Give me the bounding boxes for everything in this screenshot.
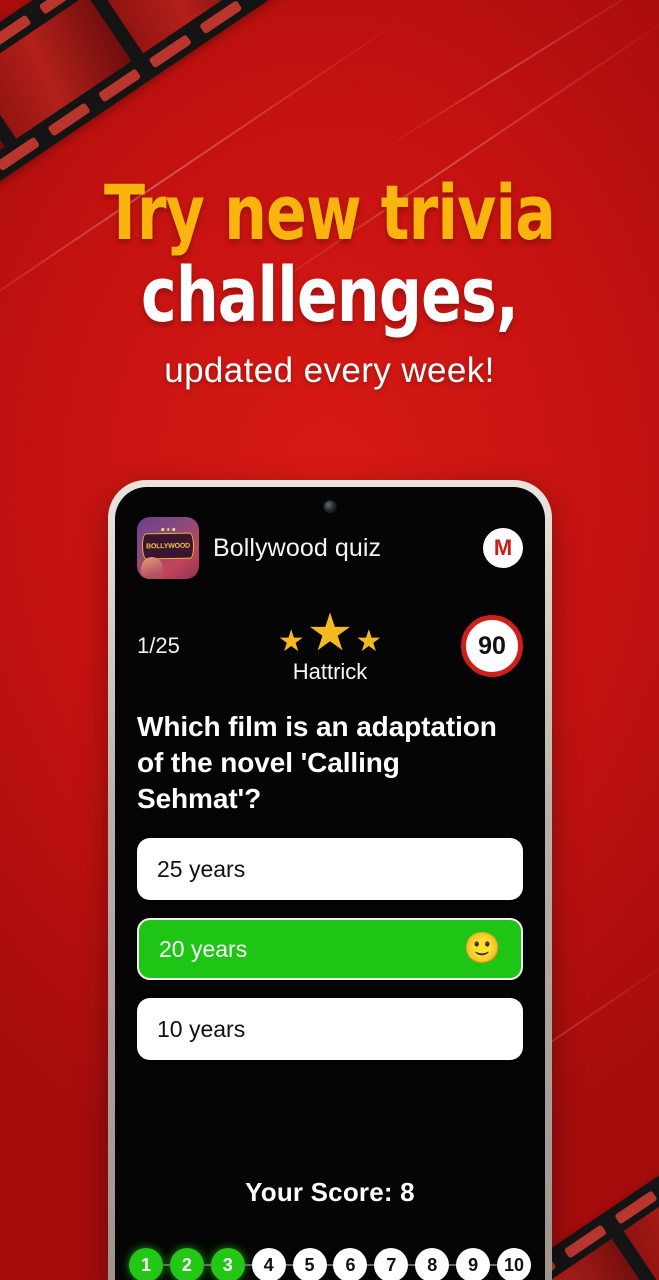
phone-mockup: BOLLYWOOD Bollywood quiz M 1/25 ★ ★ ★ Ha…	[108, 480, 552, 1280]
answer-option-label: 10 years	[157, 1015, 246, 1042]
pagination-dot[interactable]: 2	[169, 1248, 204, 1280]
question-pagination: 1 2 3 4 5 6 7 8 9 10	[115, 1248, 545, 1280]
answer-option[interactable]: 10 years	[137, 998, 523, 1061]
pagination-dot[interactable]: 10	[497, 1248, 532, 1280]
smiley-face-icon: 🙂	[463, 932, 501, 966]
app-icon-figure	[141, 557, 163, 579]
answer-option-selected[interactable]: 20 years 🙂	[137, 918, 523, 981]
pagination-connector	[244, 1264, 252, 1266]
star-icon: ★	[306, 604, 354, 662]
phone-screen: BOLLYWOOD Bollywood quiz M 1/25 ★ ★ ★ Ha…	[115, 487, 545, 1280]
pagination-dot[interactable]: 9	[456, 1248, 491, 1280]
headline-subtitle: updated every week!	[164, 350, 495, 390]
star-icon: ★	[355, 625, 383, 658]
headline-line-2: challenges,	[141, 250, 519, 340]
answer-options: 25 years 20 years 🙂 10 years	[115, 816, 545, 1061]
pagination-dot[interactable]: 4	[251, 1248, 286, 1280]
pagination-connector	[285, 1264, 293, 1266]
pagination-dot[interactable]: 8	[415, 1248, 450, 1280]
app-icon: BOLLYWOOD	[137, 517, 199, 579]
pagination-connector	[367, 1264, 375, 1266]
app-icon-label: BOLLYWOOD	[146, 541, 190, 550]
user-avatar[interactable]: M	[483, 528, 523, 568]
pagination-dot[interactable]: 6	[333, 1248, 368, 1280]
streak-stars: ★ ★ ★	[277, 604, 383, 662]
streak-indicator: ★ ★ ★ Hattrick	[215, 607, 445, 685]
countdown-timer: 90	[445, 615, 523, 677]
streak-label: Hattrick	[292, 659, 368, 684]
light-streak	[379, 0, 659, 152]
timer-value: 90	[461, 615, 523, 677]
pagination-dot[interactable]: 3	[210, 1248, 245, 1280]
app-title: Bollywood quiz	[213, 533, 382, 562]
question-counter: 1/25	[137, 633, 180, 658]
pagination-dot[interactable]: 5	[292, 1248, 327, 1280]
score-label: Your Score: 8	[245, 1177, 415, 1207]
headline-line-1: Try new trivia	[104, 168, 556, 257]
pagination-connector	[203, 1264, 211, 1266]
pagination-connector	[490, 1264, 498, 1266]
answer-option-label: 25 years	[157, 855, 246, 882]
pagination-connector	[449, 1264, 457, 1266]
pagination-connector	[326, 1264, 334, 1266]
promo-headline: Try new trivia challenges, updated every…	[0, 168, 659, 391]
star-icon: ★	[277, 625, 305, 658]
pagination-dot[interactable]: 1	[129, 1248, 163, 1280]
question-text: Which film is an adaptation of the novel…	[137, 711, 497, 814]
front-camera-icon	[324, 501, 336, 512]
pagination-connector	[163, 1264, 170, 1266]
pagination-connector	[408, 1264, 416, 1266]
quiz-status-row: 1/25 ★ ★ ★ Hattrick 90	[115, 579, 545, 685]
answer-option-label: 20 years	[159, 935, 248, 962]
pagination-dot[interactable]: 7	[374, 1248, 409, 1280]
answer-option[interactable]: 25 years	[137, 838, 523, 901]
